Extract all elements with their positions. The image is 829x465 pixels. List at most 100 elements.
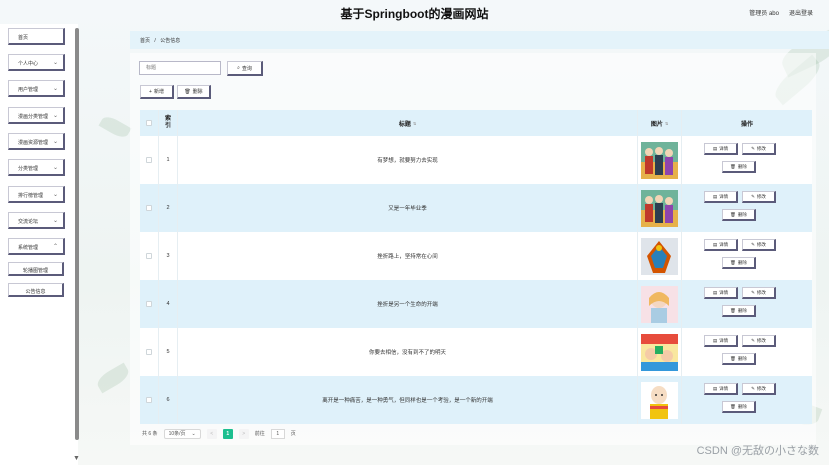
page-number-label: 1	[226, 430, 230, 437]
comic-thumbnail[interactable]	[641, 141, 678, 179]
edit-button[interactable]: ✎ 修改	[742, 239, 776, 251]
sidebar-item-comic-resources[interactable]: 漫画资源管理 ⌄	[8, 133, 65, 150]
breadcrumb-home[interactable]: 首页	[140, 38, 150, 44]
sidebar-item-system[interactable]: 系统管理 ⌃	[8, 238, 65, 255]
sidebar-item-label: 个人中心	[18, 61, 39, 67]
sidebar-item-forum[interactable]: 交流论坛 ⌄	[8, 212, 65, 229]
comic-thumbnail[interactable]	[641, 189, 678, 227]
delete-button[interactable]: 🗑 删除	[722, 401, 756, 413]
prev-page-button[interactable]: <	[206, 428, 217, 439]
sidebar-item-personal-center[interactable]: 个人中心 ⌄	[8, 54, 65, 71]
comic-thumbnail[interactable]	[641, 333, 678, 371]
delete-button[interactable]: 🗑 删除	[722, 305, 756, 317]
delete-label: 删除	[737, 403, 747, 409]
search-icon: ⌕	[237, 65, 240, 71]
table-row: 5 你要去相信，没有到不了的明天 ▤ 详情 ✎ 修改 🗑 删除	[140, 328, 812, 376]
row-title-cell: 挫折路上，坚持常在心间	[178, 232, 638, 280]
current-user-label: 管理员 abo	[749, 11, 779, 17]
detail-icon: ▤	[712, 241, 718, 247]
comic-thumbnail[interactable]	[641, 285, 678, 323]
edit-icon: ✎	[751, 241, 755, 247]
chevron-down-icon: ⌄	[52, 192, 58, 198]
title-search-input[interactable]	[139, 61, 221, 75]
header-image[interactable]: 图片 ⇅	[638, 110, 682, 136]
delete-button[interactable]: 🗑 删除	[722, 257, 756, 269]
row-checkbox[interactable]	[146, 397, 152, 403]
page-suffix: 页	[290, 431, 296, 437]
sidebar-item-label: 分类管理	[18, 166, 39, 172]
edit-icon: ✎	[751, 193, 755, 199]
row-actions: ▤ 详情 ✎ 修改 🗑 删除	[682, 376, 812, 424]
sidebar-subitem-carousel[interactable]: 轮播图管理	[8, 262, 64, 276]
trash-icon: 🗑	[184, 88, 191, 95]
top-header: 基于Springboot的漫画网站 管理员 abo 退出登录	[0, 0, 829, 24]
detail-button[interactable]: ▤ 详情	[704, 287, 738, 299]
detail-icon: ▤	[712, 337, 718, 343]
detail-button[interactable]: ▤ 详情	[704, 335, 738, 347]
sidebar-item-label: 首页	[18, 35, 29, 41]
row-title-cell: 又是一年毕业季	[178, 184, 638, 232]
sidebar-item-comic-category[interactable]: 漫画分类管理 ⌄	[8, 107, 65, 124]
row-checkbox[interactable]	[146, 157, 152, 163]
sidebar-item-label: 排行榜管理	[18, 193, 44, 199]
comic-thumbnail[interactable]	[641, 381, 678, 419]
search-button[interactable]: ⌕ 查询	[227, 61, 263, 76]
goto-label: 前往	[254, 431, 265, 437]
row-checkbox[interactable]	[146, 349, 152, 355]
chevron-down-icon: ⌄	[52, 113, 58, 119]
table-row: 3 挫折路上，坚持常在心间 ▤ 详情 ✎ 修改 🗑 删除	[140, 232, 812, 280]
delete-button[interactable]: 🗑 删除	[722, 161, 756, 173]
page-number-current[interactable]: 1	[222, 428, 233, 439]
row-index: 2	[166, 205, 170, 211]
comic-thumbnail[interactable]	[641, 237, 678, 275]
edit-button[interactable]: ✎ 修改	[742, 383, 776, 395]
delete-button[interactable]: 🗑 删除	[722, 353, 756, 365]
column-header-actions: 操作	[740, 121, 753, 128]
row-image-cell	[638, 136, 682, 184]
detail-button[interactable]: ▤ 详情	[704, 239, 738, 251]
detail-label: 详情	[719, 385, 729, 391]
row-checkbox[interactable]	[146, 253, 152, 259]
row-image-cell	[638, 376, 682, 424]
edit-button[interactable]: ✎ 修改	[742, 287, 776, 299]
sort-icon[interactable]: ⇅	[413, 121, 416, 126]
row-index: 4	[166, 301, 170, 307]
sidebar-item-ranking[interactable]: 排行榜管理 ⌄	[8, 186, 65, 203]
prev-page-icon: <	[210, 430, 214, 437]
goto-page-input[interactable]: 1	[270, 428, 285, 439]
edit-button[interactable]: ✎ 修改	[742, 335, 776, 347]
sidebar-item-user-management[interactable]: 用户管理 ⌄	[8, 80, 65, 97]
scroll-down-arrow-icon[interactable]: ▼	[73, 455, 80, 462]
detail-button[interactable]: ▤ 详情	[704, 383, 738, 395]
detail-icon: ▤	[712, 289, 718, 295]
row-title: 你要去相信，没有到不了的明天	[368, 350, 446, 356]
row-actions: ▤ 详情 ✎ 修改 🗑 删除	[682, 280, 812, 328]
sidebar-scrollbar-thumb[interactable]	[75, 28, 79, 440]
sort-icon[interactable]: ⇅	[665, 121, 668, 126]
column-header-image: 图片	[650, 121, 663, 128]
header-title[interactable]: 标题 ⇅	[178, 110, 638, 136]
delete-button[interactable]: 🗑 删除	[722, 209, 756, 221]
chevron-down-icon: ⌄	[52, 60, 58, 66]
row-image-cell	[638, 280, 682, 328]
trash-icon: 🗑	[730, 403, 736, 409]
row-checkbox[interactable]	[146, 301, 152, 307]
row-checkbox[interactable]	[146, 205, 152, 211]
chevron-down-icon: ⌄	[52, 218, 58, 224]
add-button[interactable]: + 新增	[140, 85, 174, 99]
row-title: 有梦想，就要努力去实现	[377, 158, 438, 164]
sidebar-item-category-management[interactable]: 分类管理 ⌄	[8, 159, 65, 176]
page-size-select[interactable]: 10条/页 ⌄	[163, 428, 201, 439]
select-all-checkbox[interactable]	[146, 120, 152, 126]
sidebar-item-home[interactable]: 首页	[8, 28, 65, 45]
detail-button[interactable]: ▤ 详情	[704, 143, 738, 155]
sidebar-subitem-announcements[interactable]: 公告信息	[8, 283, 64, 297]
edit-button[interactable]: ✎ 修改	[742, 191, 776, 203]
edit-button[interactable]: ✎ 修改	[742, 143, 776, 155]
logout-link[interactable]: 退出登录	[789, 8, 813, 17]
goto-page-value: 1	[276, 430, 280, 437]
table-row: 4 挫折是另一个生命的开端 ▤ 详情 ✎ 修改 🗑 删除	[140, 280, 812, 328]
detail-button[interactable]: ▤ 详情	[704, 191, 738, 203]
batch-delete-button[interactable]: 🗑 删除	[177, 85, 211, 99]
next-page-button[interactable]: >	[238, 428, 249, 439]
